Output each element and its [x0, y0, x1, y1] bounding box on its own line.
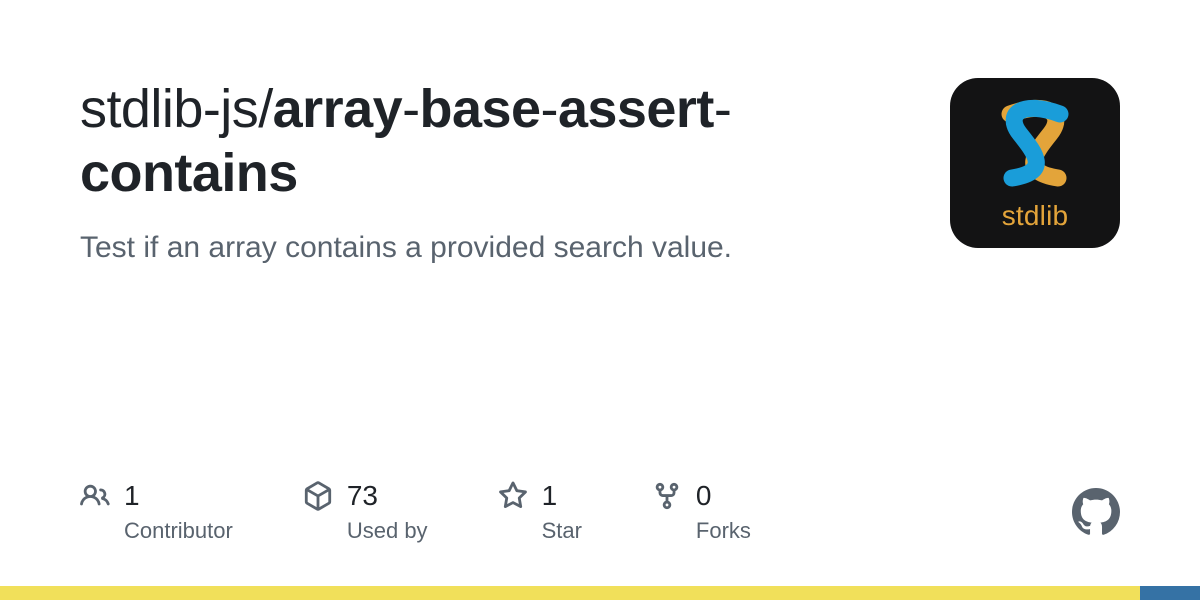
stat-usedby-label: Used by [303, 518, 428, 544]
stat-stars-label: Star [498, 518, 582, 544]
repo-owner: stdlib-js [80, 79, 258, 139]
repo-description: Test if an array contains a provided sea… [80, 227, 918, 269]
repo-name-part-1: base [420, 79, 541, 139]
language-segment [1140, 586, 1200, 600]
stat-stars: 1 Star [498, 480, 582, 544]
stat-contributors-label: Contributor [80, 518, 233, 544]
stat-forks: 0 Forks [652, 480, 751, 544]
stats-row: 1 Contributor 73 Used by 1 [80, 480, 1120, 544]
text-column: stdlib-js/array-base-assert-contains Tes… [80, 78, 918, 269]
stat-usedby-count: 73 [347, 480, 378, 512]
stat-usedby: 73 Used by [303, 480, 428, 544]
language-accent-bar [0, 586, 1200, 600]
stat-stars-count: 1 [542, 480, 558, 512]
stat-forks-count: 0 [696, 480, 712, 512]
name-sep-2: - [714, 79, 731, 139]
language-segment [0, 586, 1140, 600]
repo-name-part-0: array [273, 79, 402, 139]
fork-icon [652, 481, 682, 511]
owner-sep: / [258, 79, 272, 139]
star-icon [498, 481, 528, 511]
repo-title: stdlib-js/array-base-assert-contains [80, 78, 918, 205]
name-sep-1: - [540, 79, 557, 139]
package-icon [303, 481, 333, 511]
repo-social-card: stdlib-js/array-base-assert-contains Tes… [0, 0, 1200, 600]
people-icon [80, 481, 110, 511]
stat-contributors-count: 1 [124, 480, 140, 512]
stats-group: 1 Contributor 73 Used by 1 [80, 480, 751, 544]
owner-avatar: stdlib [950, 78, 1120, 248]
avatar-label: stdlib [1002, 200, 1069, 232]
stat-contributors: 1 Contributor [80, 480, 233, 544]
name-sep-0: - [402, 79, 419, 139]
repo-name-part-3: contains [80, 143, 298, 203]
stat-forks-label: Forks [652, 518, 751, 544]
repo-name-part-2: assert [558, 79, 714, 139]
github-mark-icon [1072, 488, 1120, 536]
stdlib-logo-icon [980, 94, 1090, 198]
top-row: stdlib-js/array-base-assert-contains Tes… [80, 78, 1120, 269]
